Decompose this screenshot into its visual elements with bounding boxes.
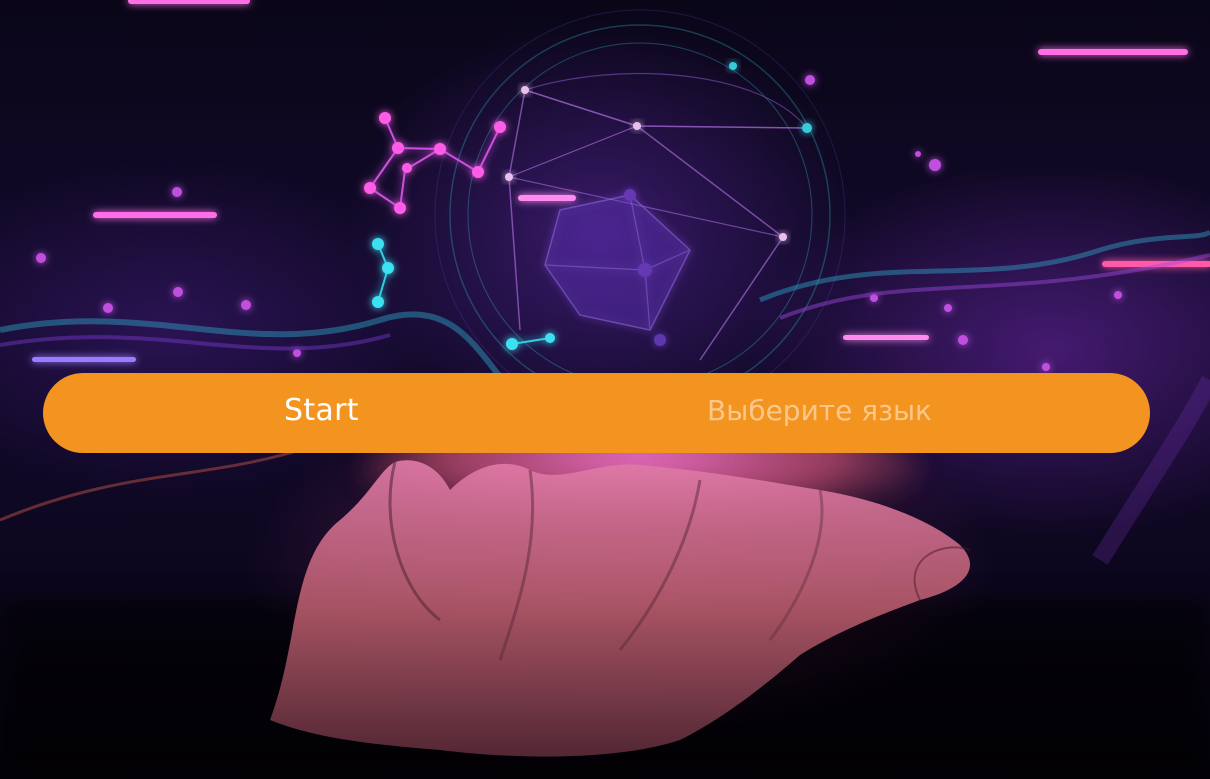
cube-network-icon (544, 189, 691, 346)
app-screen: Start Выберите язык (0, 0, 1210, 779)
main-menu-bar: Start Выберите язык (43, 373, 1150, 453)
language-select-button[interactable]: Выберите язык (707, 391, 932, 431)
molecule-cluster (364, 112, 506, 214)
start-button[interactable]: Start (284, 391, 359, 431)
